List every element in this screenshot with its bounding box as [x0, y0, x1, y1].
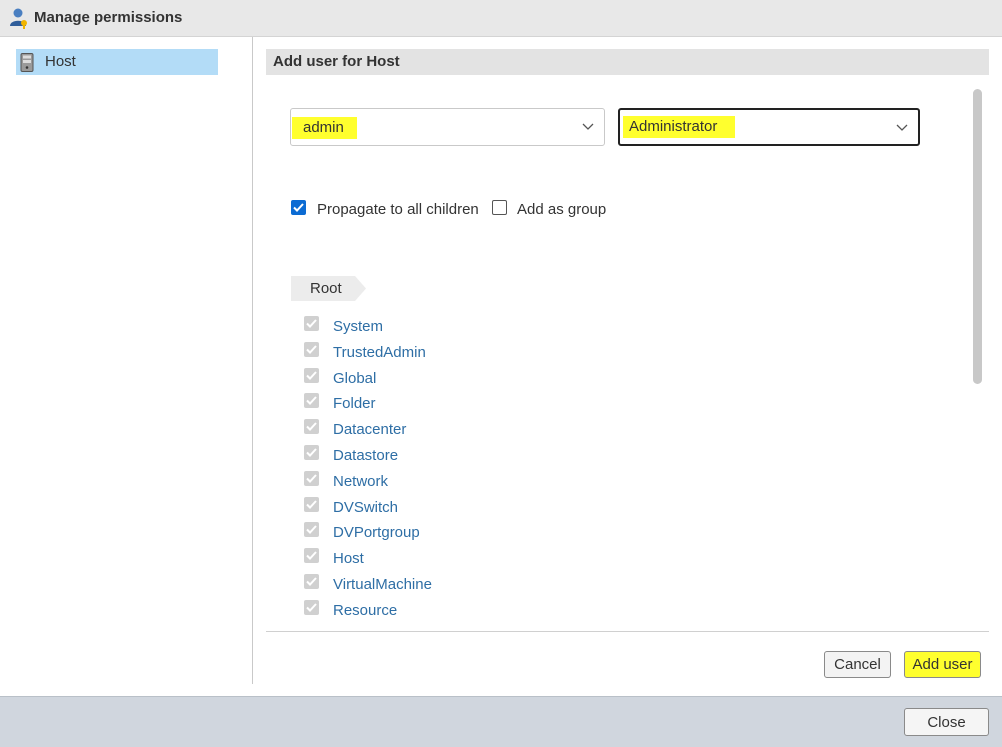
privilege-checkbox[interactable]: [304, 367, 319, 383]
privilege-row: Global: [302, 367, 702, 393]
privilege-label[interactable]: System: [333, 318, 383, 335]
privilege-row: Datacenter: [302, 418, 702, 444]
privilege-label[interactable]: Resource: [333, 602, 397, 619]
privilege-row: TrustedAdmin: [302, 341, 702, 367]
privilege-checkbox[interactable]: [304, 599, 319, 615]
privilege-label[interactable]: DVPortgroup: [333, 524, 420, 541]
privilege-checkbox[interactable]: [304, 496, 319, 512]
privilege-list: System TrustedAdmin Global Folder Datacenter…: [302, 315, 702, 631]
user-select-value: admin: [292, 117, 357, 139]
propagate-label: Propagate to all children: [317, 201, 479, 218]
privilege-checkbox[interactable]: [304, 573, 319, 589]
privilege-label[interactable]: Datastore: [333, 447, 398, 464]
privilege-row: Host: [302, 547, 702, 573]
privilege-row: Resource: [302, 599, 702, 625]
user-select[interactable]: admin: [290, 108, 605, 146]
privilege-row: System: [302, 315, 702, 341]
inventory-tree-panel: Host: [0, 37, 253, 684]
propagate-checkbox[interactable]: [291, 200, 306, 215]
privilege-label[interactable]: Global: [333, 370, 376, 387]
privilege-row: DVSwitch: [302, 496, 702, 522]
privilege-checkbox[interactable]: [304, 419, 319, 435]
add-as-group-label: Add as group: [517, 201, 607, 218]
privilege-label[interactable]: DVSwitch: [333, 499, 398, 516]
privilege-row: Network: [302, 470, 702, 496]
tree-item-label: Host: [45, 53, 76, 70]
role-select[interactable]: Administrator: [618, 108, 920, 146]
privilege-label[interactable]: TrustedAdmin: [333, 344, 426, 361]
privilege-row: Datastore: [302, 444, 702, 470]
host-icon: [20, 53, 34, 72]
privilege-checkbox[interactable]: [304, 548, 319, 564]
privilege-label[interactable]: Datacenter: [333, 421, 406, 438]
privilege-label[interactable]: Network: [333, 473, 388, 490]
privilege-checkbox[interactable]: [304, 444, 319, 460]
privilege-label[interactable]: Host: [333, 550, 364, 567]
role-select-value: Administrator: [623, 116, 735, 138]
section-header: Add user for Host: [266, 49, 989, 75]
privilege-checkbox[interactable]: [304, 316, 319, 331]
privilege-row: VirtualMachine: [302, 573, 702, 599]
section-title: Add user for Host: [273, 53, 400, 70]
privilege-label[interactable]: VirtualMachine: [333, 576, 432, 593]
add-user-button[interactable]: Add user: [904, 651, 981, 678]
dialog-titlebar: Manage permissions: [0, 0, 1002, 37]
privilege-checkbox[interactable]: [304, 393, 319, 409]
privilege-row: DVPortgroup: [302, 521, 702, 547]
user-key-icon: [9, 7, 29, 29]
privilege-checkbox[interactable]: [304, 341, 319, 357]
privilege-checkbox[interactable]: [304, 522, 319, 538]
scrollbar[interactable]: [973, 89, 982, 384]
chevron-down-icon: [582, 123, 594, 130]
close-button[interactable]: Close: [904, 708, 989, 736]
dialog-footer: Close: [0, 696, 1002, 747]
cancel-button[interactable]: Cancel: [824, 651, 891, 678]
tree-item-host[interactable]: Host: [16, 49, 218, 75]
chevron-down-icon: [896, 124, 908, 131]
breadcrumb[interactable]: Root: [291, 276, 366, 301]
add-as-group-checkbox[interactable]: [492, 200, 507, 215]
privilege-checkbox[interactable]: [304, 470, 319, 486]
privilege-row: Folder: [302, 392, 702, 418]
breadcrumb-label: Root: [310, 280, 342, 297]
divider: [266, 631, 989, 632]
dialog-title: Manage permissions: [34, 9, 183, 26]
privilege-label[interactable]: Folder: [333, 395, 376, 412]
